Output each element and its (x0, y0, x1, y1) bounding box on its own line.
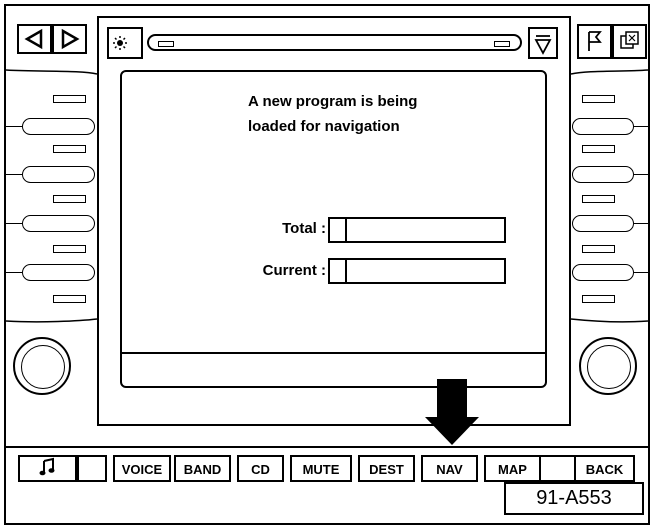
sun-moon-icon (113, 36, 136, 50)
right-indicator-1 (582, 95, 615, 103)
left-soft-button-3[interactable] (22, 215, 95, 232)
info-icon (620, 31, 639, 49)
total-progress-fill (330, 219, 348, 241)
total-progress-bar (328, 217, 506, 243)
right-soft-button-1[interactable] (572, 118, 634, 135)
map-button[interactable]: MAP (484, 455, 541, 482)
bottom-strip (4, 446, 650, 448)
left-connector-2 (6, 174, 22, 175)
left-indicator-5 (53, 295, 86, 303)
total-label: Total : (282, 220, 326, 237)
left-indicator-3 (53, 195, 86, 203)
info-button[interactable] (612, 24, 647, 59)
eject-button[interactable] (528, 27, 558, 59)
left-knob-inner (21, 345, 65, 389)
right-indicator-5 (582, 295, 615, 303)
left-indicator-2 (53, 145, 86, 153)
current-label: Current : (262, 262, 326, 279)
current-progress-bar (328, 258, 506, 284)
right-indicator-3 (582, 195, 615, 203)
right-soft-button-2[interactable] (572, 166, 634, 183)
mute-button[interactable]: MUTE (290, 455, 352, 482)
left-connector-4 (6, 272, 22, 273)
left-indicator-4 (53, 245, 86, 253)
left-connector-1 (6, 126, 22, 127)
right-tune-knob[interactable] (579, 337, 637, 395)
seek-back-button[interactable] (17, 24, 52, 54)
left-soft-button-1[interactable] (22, 118, 95, 135)
band-button[interactable]: BAND (174, 455, 231, 482)
left-indicator-1 (53, 95, 86, 103)
triangle-left-icon (24, 28, 43, 50)
eject-icon (534, 35, 552, 55)
right-knob-inner (587, 345, 631, 389)
message-line-2: loaded for navigation (248, 118, 400, 135)
right-connector-4 (634, 272, 648, 273)
dest-button[interactable]: DEST (358, 455, 415, 482)
figure-label: 91-A553 (504, 482, 644, 515)
screen-divider (121, 352, 546, 354)
flag-icon (588, 31, 602, 51)
back-button-left-divider (541, 455, 574, 482)
slot-mark-left (158, 41, 174, 47)
voice-button[interactable]: VOICE (113, 455, 171, 482)
right-soft-button-4[interactable] (572, 264, 634, 281)
triangle-right-icon (61, 28, 80, 50)
down-arrow-icon (425, 379, 479, 445)
slot-mark-right (494, 41, 510, 47)
music-note-icon (39, 457, 54, 476)
cd-button[interactable]: CD (237, 455, 284, 482)
nav-button[interactable]: NAV (421, 455, 478, 482)
left-volume-knob[interactable] (13, 337, 71, 395)
right-connector-1 (634, 126, 648, 127)
brightness-button[interactable] (107, 27, 143, 59)
current-progress-fill (330, 260, 348, 282)
right-indicator-2 (582, 145, 615, 153)
right-connector-2 (634, 174, 648, 175)
flag-button[interactable] (577, 24, 612, 59)
left-soft-button-4[interactable] (22, 264, 95, 281)
blank-button[interactable] (77, 455, 107, 482)
left-connector-3 (6, 223, 22, 224)
left-soft-button-2[interactable] (22, 166, 95, 183)
seek-forward-button[interactable] (52, 24, 87, 54)
back-button[interactable]: BACK (574, 455, 635, 482)
right-indicator-4 (582, 245, 615, 253)
cd-slot (147, 34, 522, 51)
music-button[interactable] (18, 455, 77, 482)
loading-message: A new program is being loaded for naviga… (248, 89, 528, 139)
right-soft-button-3[interactable] (572, 215, 634, 232)
message-line-1: A new program is being (248, 93, 418, 110)
right-connector-3 (634, 223, 648, 224)
